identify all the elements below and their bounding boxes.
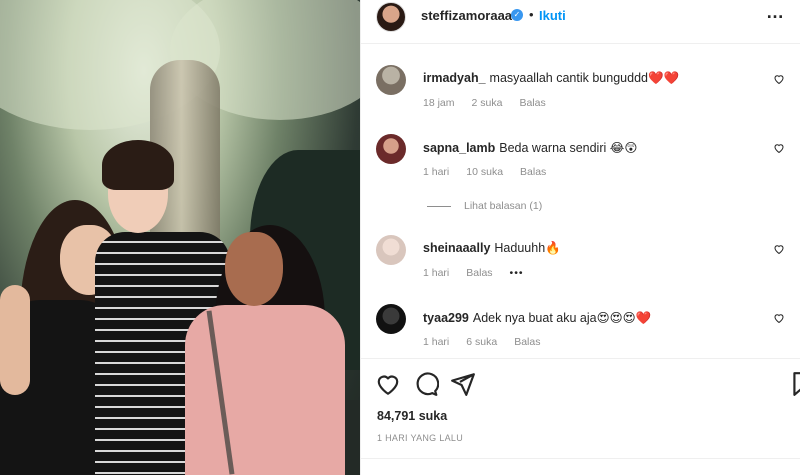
comment-emoji: ❤️❤️ — [647, 71, 680, 85]
person-right-face — [225, 232, 283, 306]
comment-text: Adek nya buat aku aja — [472, 311, 597, 325]
commenter-avatar[interactable] — [376, 65, 406, 95]
comment-meta: 18 jam 2 suka Balas — [423, 97, 546, 109]
comment-item: irmadyah_ masyaallah cantik bunguddd❤️❤️ … — [361, 65, 800, 125]
comment-item: sapna_lamb Beda warna sendiri 😂😲 1 hari 1… — [361, 134, 800, 194]
comment-meta: 1 hari 10 suka Balas — [423, 166, 546, 178]
comment-line: irmadyah_ masyaallah cantik bunguddd❤️❤️ — [423, 71, 679, 86]
post-actions — [361, 358, 800, 406]
view-replies-label: Lihat balasan (1) — [464, 200, 543, 212]
comment-emoji: 😍😍😍❤️ — [596, 311, 652, 325]
reply-button[interactable]: Balas — [466, 267, 492, 279]
comment-text: masyaallah cantik bunguddd — [489, 71, 648, 85]
author-username[interactable]: steffizamoraaa — [421, 8, 512, 23]
comment-username[interactable]: sapna_lamb — [423, 141, 495, 155]
comment-username[interactable]: tyaa299 — [423, 311, 469, 325]
post-header: steffizamoraaa ✓ • Ikuti … — [361, 0, 800, 44]
comment-line: tyaa299 Adek nya buat aku aja😍😍😍❤️ — [423, 310, 651, 326]
view-replies-button[interactable]: Lihat balasan (1) — [427, 200, 542, 212]
comment-emoji: 😂😲 — [609, 141, 638, 155]
bookmark-icon[interactable] — [789, 371, 800, 397]
post-photo[interactable] — [0, 0, 360, 475]
comment-text: Beda warna sendiri — [499, 141, 607, 155]
comment-time: 1 hari — [423, 267, 450, 279]
comment-meta: 1 hari 6 suka Balas — [423, 336, 540, 348]
comment-likes[interactable]: 6 suka — [466, 336, 497, 348]
share-icon[interactable] — [450, 371, 476, 397]
commenter-avatar[interactable] — [376, 235, 406, 265]
comment-item: sheinaaally Haduuhh🔥 1 hari Balas ••• — [361, 235, 800, 295]
comment-likes[interactable]: 10 suka — [466, 166, 503, 178]
comment-username[interactable]: irmadyah_ — [423, 71, 486, 85]
person-middle-hair — [102, 140, 174, 190]
comment-text: Haduuhh — [494, 241, 546, 255]
reply-button[interactable]: Balas — [519, 97, 545, 109]
comment-time: 1 hari — [423, 166, 450, 178]
divider — [361, 458, 800, 459]
commenter-avatar[interactable] — [376, 304, 406, 334]
comment-icon[interactable] — [413, 371, 439, 397]
reply-button[interactable]: Balas — [514, 336, 540, 348]
comment-line: sheinaaally Haduuhh🔥 — [423, 241, 561, 256]
person-left-arm — [0, 285, 30, 395]
comment-item: tyaa299 Adek nya buat aku aja😍😍😍❤️ 1 hari… — [361, 304, 800, 364]
follow-button[interactable]: Ikuti — [539, 8, 566, 23]
comment-more-options-icon[interactable]: ••• — [510, 267, 524, 279]
comment-like-heart-icon[interactable] — [773, 243, 785, 255]
header-separator: • — [529, 7, 534, 22]
comment-meta: 1 hari Balas ••• — [423, 267, 524, 279]
commenter-avatar[interactable] — [376, 134, 406, 164]
comment-like-heart-icon[interactable] — [773, 73, 785, 85]
likes-count[interactable]: 84,791 suka — [377, 409, 447, 423]
view-replies-line — [427, 205, 451, 207]
verified-badge-icon: ✓ — [511, 9, 523, 21]
post-timestamp: 1 HARI YANG LALU — [377, 433, 463, 443]
comment-like-heart-icon[interactable] — [773, 312, 785, 324]
author-avatar[interactable] — [376, 2, 406, 32]
reply-button[interactable]: Balas — [520, 166, 546, 178]
comment-line: sapna_lamb Beda warna sendiri 😂😲 — [423, 140, 637, 155]
comment-emoji: 🔥 — [545, 241, 561, 255]
more-options-icon[interactable]: … — [766, 2, 785, 23]
comment-time: 1 hari — [423, 336, 450, 348]
comment-likes[interactable]: 2 suka — [472, 97, 503, 109]
comment-username[interactable]: sheinaaally — [423, 241, 490, 255]
comment-like-heart-icon[interactable] — [773, 142, 785, 154]
comment-time: 18 jam — [423, 97, 455, 109]
post-details-panel: steffizamoraaa ✓ • Ikuti … irmadyah_ masy… — [360, 0, 800, 475]
heart-icon[interactable] — [375, 371, 401, 397]
